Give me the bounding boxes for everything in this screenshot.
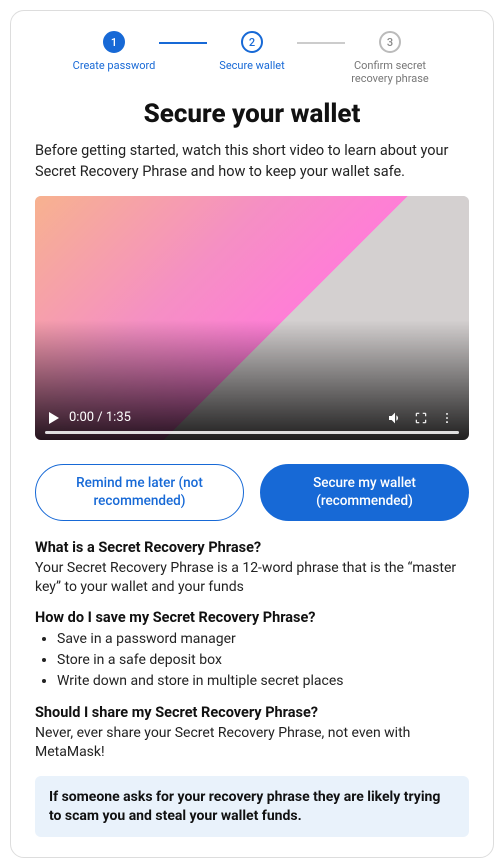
- onboarding-card: 1 Create password 2 Secure wallet 3 Conf…: [10, 10, 494, 858]
- connector-1-2: [159, 42, 207, 44]
- scam-warning: If someone asks for your recovery phrase…: [35, 776, 469, 838]
- faq-a3: Never, ever share your Secret Recovery P…: [35, 724, 469, 762]
- step-3: 3 Confirm secret recovery phrase: [345, 31, 435, 85]
- list-item: Write down and store in multiple secret …: [57, 671, 469, 692]
- stepper: 1 Create password 2 Secure wallet 3 Conf…: [35, 31, 469, 85]
- video-player[interactable]: 0:00 / 1:35: [35, 196, 469, 440]
- step-1: 1 Create password: [69, 31, 159, 72]
- list-item: Save in a password manager: [57, 629, 469, 650]
- faq-a1: Your Secret Recovery Phrase is a 12-word…: [35, 559, 469, 597]
- page-title: Secure your wallet: [35, 99, 469, 129]
- faq-section: What is a Secret Recovery Phrase? Your S…: [35, 539, 469, 762]
- more-icon[interactable]: [439, 410, 455, 426]
- step-2-label: Secure wallet: [219, 59, 284, 72]
- faq-q3: Should I share my Secret Recovery Phrase…: [35, 704, 469, 721]
- remind-later-button[interactable]: Remind me later (not recommended): [35, 464, 244, 521]
- step-1-circle: 1: [103, 31, 125, 53]
- list-item: Store in a safe deposit box: [57, 650, 469, 671]
- faq-a2-list: Save in a password manager Store in a sa…: [57, 629, 469, 692]
- step-3-label: Confirm secret recovery phrase: [345, 59, 435, 85]
- step-3-circle: 3: [379, 31, 401, 53]
- play-icon[interactable]: [49, 412, 59, 424]
- intro-text: Before getting started, watch this short…: [35, 141, 469, 182]
- action-row: Remind me later (not recommended) Secure…: [35, 464, 469, 521]
- step-1-label: Create password: [73, 59, 156, 72]
- volume-icon[interactable]: [387, 410, 403, 426]
- secure-wallet-button[interactable]: Secure my wallet (recommended): [260, 464, 469, 521]
- step-2-circle: 2: [241, 31, 263, 53]
- faq-q2: How do I save my Secret Recovery Phrase?: [35, 609, 469, 626]
- video-progress[interactable]: [45, 431, 459, 434]
- video-time: 0:00 / 1:35: [69, 410, 131, 425]
- fullscreen-icon[interactable]: [413, 410, 429, 426]
- step-2: 2 Secure wallet: [207, 31, 297, 72]
- faq-q1: What is a Secret Recovery Phrase?: [35, 539, 469, 556]
- connector-2-3: [297, 42, 345, 44]
